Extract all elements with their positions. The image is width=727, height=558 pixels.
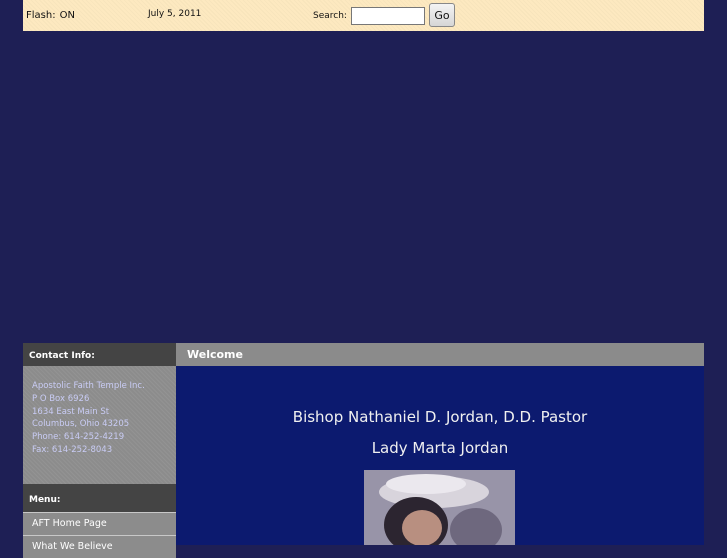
search-input[interactable] (351, 7, 425, 25)
sidebar: Contact Info: Apostolic Faith Temple Inc… (23, 343, 176, 558)
pastor-name: Bishop Nathaniel D. Jordan, D.D. Pastor (292, 408, 588, 426)
menu-item-what-we-believe[interactable]: What We Believe (23, 535, 176, 558)
contact-heading: Contact Info: (23, 343, 176, 366)
menu-heading: Menu: (23, 484, 176, 512)
portrait-image (364, 470, 515, 545)
contact-line: Columbus, Ohio 43205 (32, 419, 130, 430)
contact-line: Fax: 614-252-8043 (32, 444, 113, 455)
contact-line: 1634 East Main St (32, 406, 110, 417)
contact-line: P O Box 6926 (32, 393, 90, 404)
flash-status: Flash: ON (26, 10, 75, 21)
search-label: Search: (313, 11, 347, 21)
pastor-photo (364, 470, 515, 545)
contact-line: Apostolic Faith Temple Inc. (32, 381, 145, 391)
current-date: July 5, 2011 (148, 9, 202, 19)
go-button[interactable]: Go (429, 3, 455, 27)
contact-line: Phone: 614-252-4219 (32, 432, 125, 443)
welcome-heading: Welcome (176, 343, 704, 366)
menu-item-aft-home[interactable]: AFT Home Page (23, 512, 176, 535)
main-content: Welcome Bishop Nathaniel D. Jordan, D.D.… (176, 343, 704, 545)
contact-info: Apostolic Faith Temple Inc. P O Box 6926… (23, 366, 176, 484)
flash-label: Flash: (26, 10, 56, 21)
lady-name: Lady Marta Jordan (371, 439, 509, 457)
flash-value[interactable]: ON (60, 10, 75, 21)
top-bar: Flash: ON July 5, 2011 Search: Go (23, 0, 704, 31)
